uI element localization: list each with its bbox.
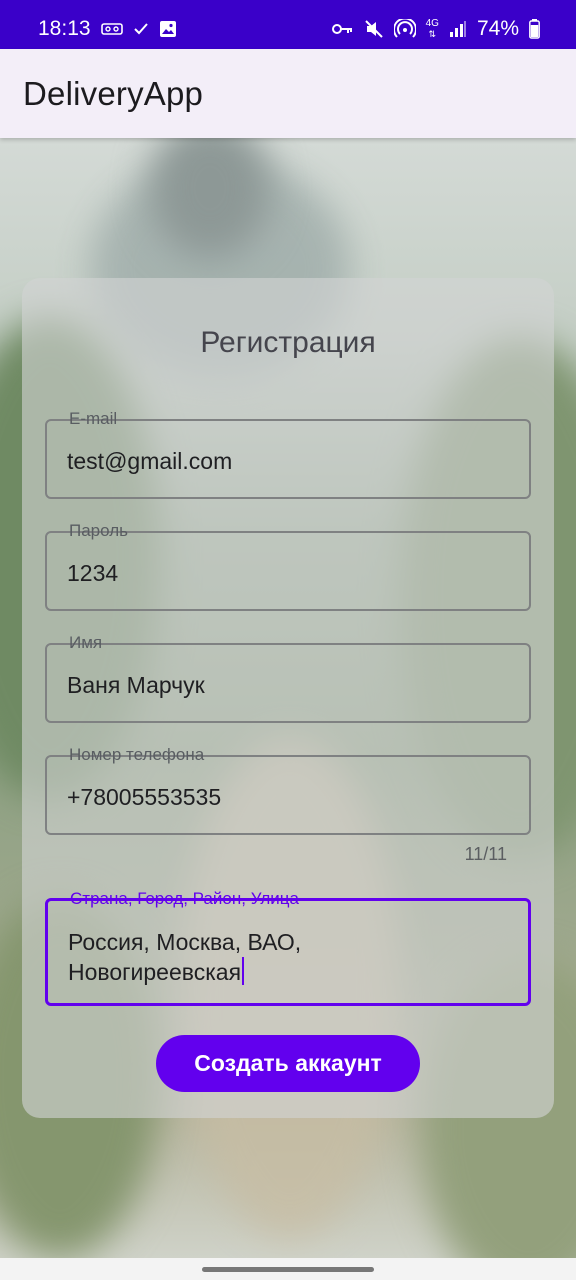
password-value: 1234 (67, 560, 119, 586)
image-icon (159, 20, 177, 38)
status-time: 18:13 (38, 16, 91, 40)
address-line-2: Новогиреевская (68, 957, 301, 987)
key-icon (331, 22, 354, 36)
name-field[interactable]: Имя Ваня Марчук (45, 633, 531, 723)
name-value: Ваня Марчук (67, 672, 205, 698)
app-title: DeliveryApp (23, 74, 204, 112)
address-value: Россия, Москва, ВАО, Новогиреевская (68, 928, 301, 987)
home-gesture-handle[interactable] (202, 1267, 374, 1272)
password-label: Пароль (63, 520, 134, 542)
network-4g-icon: 4G ⇅ (425, 17, 439, 39)
app-bar: DeliveryApp (0, 49, 576, 138)
phone-char-counter: 11/11 (464, 844, 507, 864)
voicemail-icon (100, 22, 123, 36)
address-line-1: Россия, Москва, ВАО, (68, 929, 302, 955)
phone-field[interactable]: Номер телефона +78005553535 (45, 745, 531, 835)
address-line-2-text: Новогиреевская (68, 959, 242, 985)
create-account-button[interactable]: Создать аккаунт (156, 1035, 420, 1092)
status-right: 4G ⇅ 74% (331, 16, 540, 41)
network-label: 4G (425, 17, 439, 29)
address-field[interactable]: Страна, Город, Район, Улица Россия, Моск… (45, 889, 531, 1006)
name-label: Имя (63, 632, 109, 654)
status-left: 18:13 (38, 17, 177, 41)
phone-value: +78005553535 (67, 784, 222, 810)
email-field[interactable]: E-mail test@gmail.com (45, 409, 531, 499)
form-title: Регистрация (200, 326, 376, 359)
email-value: test@gmail.com (67, 448, 233, 474)
password-field[interactable]: Пароль 1234 (45, 521, 531, 611)
mute-icon (364, 19, 384, 39)
hotspot-icon (393, 18, 416, 39)
battery-percent: 74% (476, 16, 519, 40)
navigation-bar (0, 1258, 576, 1280)
text-cursor (242, 957, 245, 985)
battery-icon (529, 18, 540, 39)
phone-label: Номер телефона (63, 744, 211, 766)
email-label: E-mail (63, 408, 124, 430)
signal-icon (449, 20, 467, 38)
address-label: Страна, Город, Район, Улица (64, 888, 305, 910)
check-icon (133, 21, 149, 37)
